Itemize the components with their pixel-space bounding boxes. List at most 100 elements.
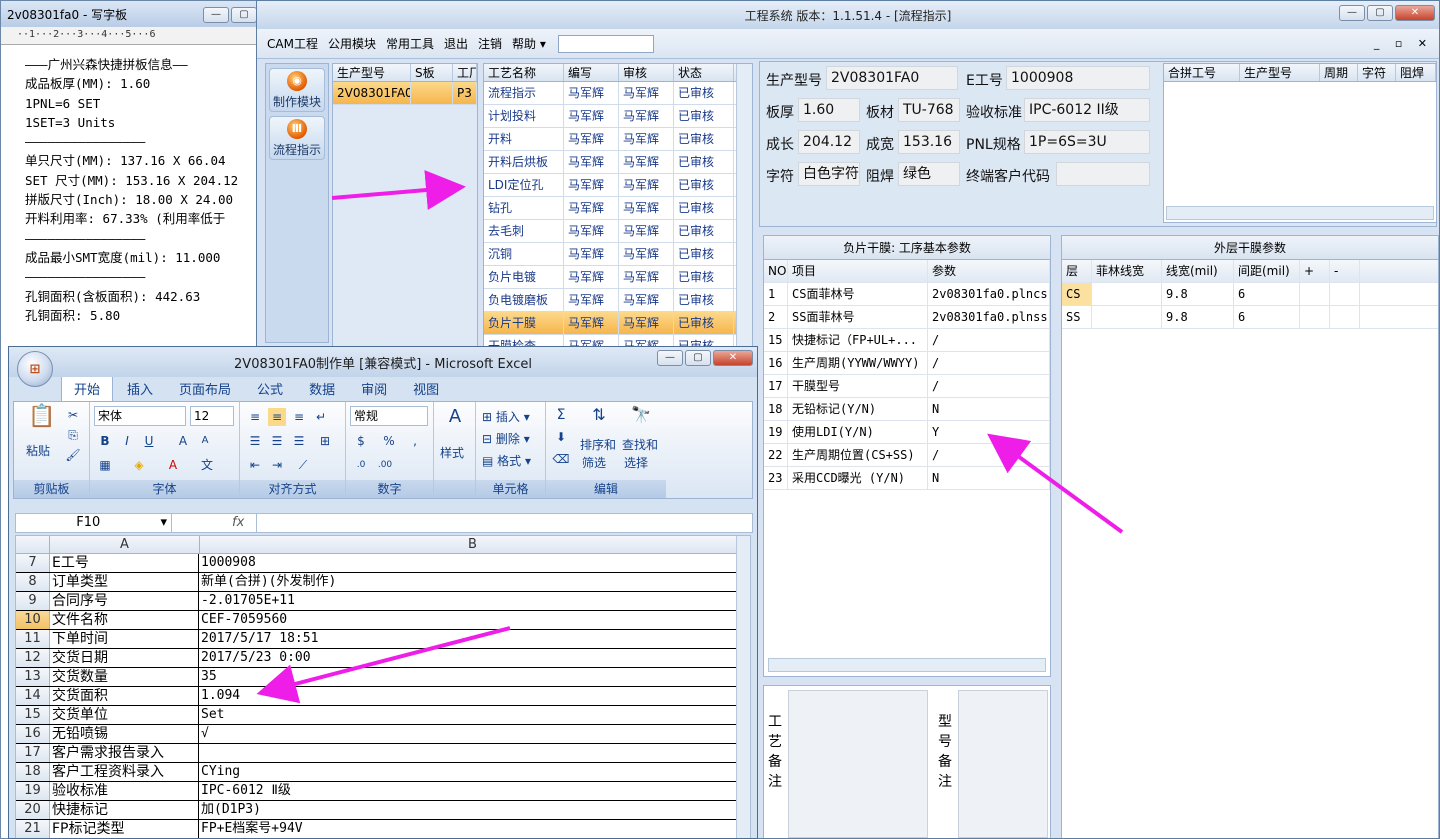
process-row[interactable]: 去毛刺 马军辉 马军辉 已审核 [484, 220, 752, 243]
tab-formulas[interactable]: 公式 [245, 376, 295, 401]
shrink-font-icon[interactable]: A [196, 432, 214, 450]
thickness-field[interactable]: 1.60 [798, 98, 860, 122]
process-row[interactable]: 开料后烘板 马军辉 马军辉 已审核 [484, 151, 752, 174]
cell[interactable]: 下单时间 [50, 630, 199, 648]
maximize-button[interactable]: ▢ [1367, 5, 1393, 21]
process-row[interactable]: 沉铜 马军辉 马军辉 已审核 [484, 243, 752, 266]
row-header[interactable]: 8 [16, 573, 50, 591]
cell[interactable]: FP+E档案号+94V [199, 820, 746, 838]
menu-help[interactable]: 帮助 ▾ [512, 35, 546, 52]
autosum-icon[interactable]: Σ [552, 406, 570, 424]
maximize-button[interactable]: ▢ [685, 350, 711, 366]
styles-icon[interactable]: A [444, 408, 466, 434]
mdi-controls[interactable]: _ ▫ ✕ [1374, 37, 1433, 50]
insert-cells-button[interactable]: ⊞ 插入 ▾ [482, 408, 530, 425]
cell[interactable]: 订单类型 [50, 573, 199, 591]
percent-icon[interactable]: % [380, 432, 398, 450]
mask-field[interactable]: 绿色 [898, 162, 960, 186]
toolbar-combo[interactable] [557, 34, 654, 53]
cell[interactable]: 文件名称 [50, 611, 199, 629]
param-row[interactable]: 2 SS面菲林号 2v08301fa0.plnss [764, 306, 1050, 329]
fill-icon[interactable]: ⬇ [552, 428, 570, 446]
cell[interactable]: 35 [199, 668, 746, 686]
align-middle-icon[interactable]: ≡ [268, 408, 286, 426]
cell[interactable]: 1.094 [199, 687, 746, 705]
tab-home[interactable]: 开始 [61, 375, 114, 401]
row-header[interactable]: 19 [16, 782, 50, 800]
wrap-text-icon[interactable]: ↵ [312, 408, 330, 426]
e-no-field[interactable]: 1000908 [1006, 66, 1150, 90]
param-row[interactable]: 23 采用CCD曝光 (Y/N) N [764, 467, 1050, 490]
cell[interactable] [199, 744, 746, 762]
underline-icon[interactable]: U [140, 432, 158, 450]
copy-icon[interactable]: ⎘ [64, 426, 82, 444]
delete-cells-button[interactable]: ⊟ 删除 ▾ [482, 430, 530, 447]
tab-page-layout[interactable]: 页面布局 [167, 376, 243, 401]
cell[interactable]: √ [199, 725, 746, 743]
select-all-corner[interactable] [16, 536, 50, 554]
minimize-button[interactable]: — [1339, 5, 1365, 21]
row-header[interactable]: 16 [16, 725, 50, 743]
cell[interactable]: IPC-6012 Ⅱ级 [199, 782, 746, 800]
increase-indent-icon[interactable]: ⇥ [268, 456, 286, 474]
param-row[interactable]: 1 CS面菲林号 2v08301fa0.plncs [764, 283, 1050, 306]
fill-color-icon[interactable]: ◈ [130, 456, 148, 474]
grow-font-icon[interactable]: A [174, 432, 192, 450]
process-row[interactable]: 负电镀磨板 马军辉 马军辉 已审核 [484, 289, 752, 312]
minimize-button[interactable]: — [657, 350, 683, 366]
close-button[interactable]: ✕ [713, 350, 753, 366]
decrease-decimal-icon[interactable]: .00 [376, 456, 394, 474]
paste-icon[interactable]: 📋 [28, 406, 55, 438]
close-button[interactable]: ✕ [1395, 5, 1435, 21]
cell[interactable]: E工号 [50, 554, 199, 572]
neg-film-hscroll[interactable] [768, 658, 1046, 672]
product-row[interactable]: 2V08301FA0 P3 [333, 82, 477, 105]
row-header[interactable]: 11 [16, 630, 50, 648]
width-field[interactable]: 153.16 [898, 130, 960, 154]
align-bottom-icon[interactable]: ≡ [290, 408, 308, 426]
cell[interactable]: -2.01705E+11 [199, 592, 746, 610]
tab-review[interactable]: 审阅 [349, 376, 399, 401]
menu-exit[interactable]: 退出 [444, 35, 468, 52]
minimize-button[interactable]: — [203, 6, 229, 23]
param-row[interactable]: 19 使用LDI(Y/N) Y [764, 421, 1050, 444]
cell[interactable]: 1000908 [199, 554, 746, 572]
accept-standard-field[interactable]: IPC-6012 II级 [1024, 98, 1150, 122]
process-row[interactable]: 负片电镀 马军辉 马军辉 已审核 [484, 266, 752, 289]
combine-hscroll[interactable] [1166, 206, 1434, 220]
cell[interactable]: 交货数量 [50, 668, 199, 686]
flow-guide-button[interactable]: Ⅲ 流程指示 [269, 116, 325, 160]
process-row[interactable]: 负片干膜 马军辉 马军辉 已审核 [484, 312, 752, 335]
row-header[interactable]: 13 [16, 668, 50, 686]
row-header[interactable]: 12 [16, 649, 50, 667]
column-header-a[interactable]: A [50, 536, 200, 554]
row-header[interactable]: 15 [16, 706, 50, 724]
maximize-button[interactable]: ▢ [231, 6, 257, 23]
tab-view[interactable]: 视图 [401, 376, 451, 401]
find-select-icon[interactable]: 🔭 [628, 406, 654, 432]
cell[interactable]: 交货单位 [50, 706, 199, 724]
orientation-icon[interactable]: ⟋ [294, 456, 312, 474]
name-box[interactable]: F10 ▾ [16, 514, 172, 532]
menu-cam[interactable]: CAM工程 [267, 35, 318, 52]
align-left-icon[interactable]: ☰ [246, 432, 264, 450]
process-row[interactable]: 钻孔 马军辉 马军辉 已审核 [484, 197, 752, 220]
row-header[interactable]: 9 [16, 592, 50, 610]
prod-model-field[interactable]: 2V08301FA0 [826, 66, 958, 90]
row-header[interactable]: 21 [16, 820, 50, 838]
align-center-icon[interactable]: ☰ [268, 432, 286, 450]
align-right-icon[interactable]: ☰ [290, 432, 308, 450]
border-icon[interactable]: ▦ [96, 456, 114, 474]
wordpad-document[interactable]: ———广州兴森快捷拼板信息—— 成品板厚(MM): 1.60 1PNL=6 SET 1… [1, 45, 261, 325]
outer-row[interactable]: CS 9.8 6 [1062, 283, 1438, 306]
cell[interactable]: 验收标准 [50, 782, 199, 800]
param-row[interactable]: 16 生产周期(YYWW/WWYY) / [764, 352, 1050, 375]
row-header[interactable]: 17 [16, 744, 50, 762]
make-module-button[interactable]: ◉ 制作模块 [269, 68, 325, 112]
fx-icon[interactable]: fx [232, 514, 244, 532]
process-row[interactable]: 计划投料 马军辉 马军辉 已审核 [484, 105, 752, 128]
row-header[interactable]: 18 [16, 763, 50, 781]
font-name-select[interactable]: 宋体 [94, 406, 186, 426]
param-row[interactable]: 17 干膜型号 / [764, 375, 1050, 398]
process-row[interactable]: 开料 马军辉 马军辉 已审核 [484, 128, 752, 151]
